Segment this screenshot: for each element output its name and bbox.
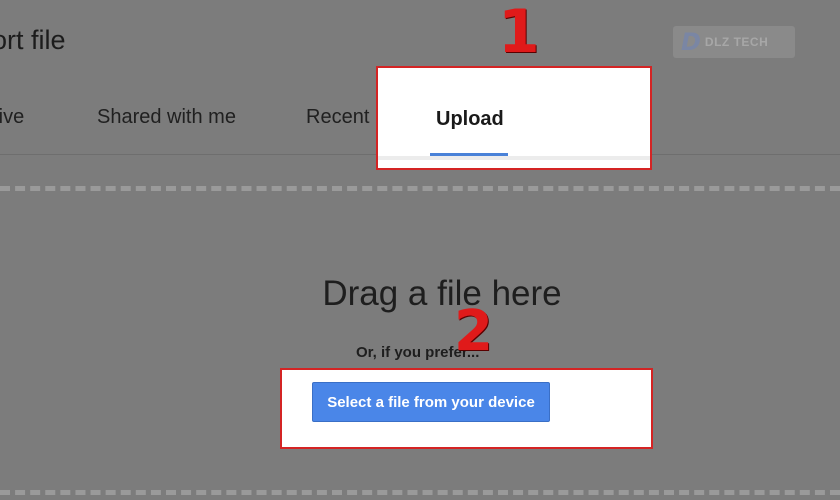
step-number-2: 2 (454, 299, 493, 364)
tab-bar-shadow (378, 156, 650, 160)
select-file-button[interactable]: Select a file from your device (312, 382, 550, 422)
tab-upload[interactable]: Upload (436, 108, 504, 131)
logo-mark: D (681, 28, 701, 56)
drop-zone-top-border (0, 186, 840, 191)
step-number-1: 1 (498, 0, 540, 67)
logo-text: DLZ TECH (704, 35, 769, 49)
logo: D DLZ TECH (673, 26, 795, 58)
dialog-title: ort file (0, 25, 66, 55)
tab-recent[interactable]: Recent (306, 106, 369, 129)
drag-heading: Drag a file here (322, 274, 562, 313)
tab-my-drive[interactable]: rive (0, 106, 24, 129)
tab-shared-with-me[interactable]: Shared with me (97, 106, 236, 129)
select-button-highlight: Select a file from your device (280, 368, 653, 449)
drop-zone-bottom-border (0, 490, 840, 495)
upload-tab-highlight: Upload (376, 66, 652, 170)
